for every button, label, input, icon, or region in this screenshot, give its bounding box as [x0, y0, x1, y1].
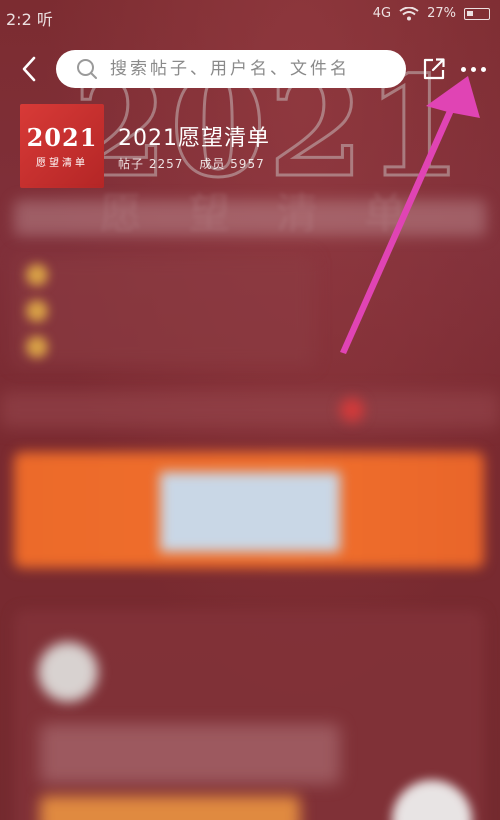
share-icon	[423, 58, 445, 80]
more-horizontal-icon	[470, 66, 476, 72]
search-bar[interactable]	[56, 50, 406, 88]
blurred-notice-dot	[26, 300, 48, 322]
network-label: 4G	[372, 6, 392, 21]
search-input[interactable]	[110, 59, 390, 79]
forum-avatar[interactable]: 2021 愿望清单	[20, 104, 104, 188]
wifi-icon	[399, 6, 419, 20]
more-button[interactable]	[456, 54, 490, 84]
forum-avatar-subtitle: 愿望清单	[36, 158, 88, 169]
top-bar	[0, 46, 500, 92]
search-icon	[77, 59, 97, 79]
chevron-left-icon	[22, 56, 36, 82]
blurred-notice-dot	[26, 336, 48, 358]
share-button[interactable]	[420, 54, 448, 84]
blurred-post-text	[40, 724, 340, 784]
forum-posts-count: 帖子 2257	[118, 157, 184, 171]
blurred-banner-image	[160, 472, 340, 552]
forum-members-count: 成员 5957	[199, 157, 265, 171]
battery-icon	[464, 7, 490, 20]
battery-label: 27%	[427, 6, 456, 21]
forum-stats: 帖子 2257 成员 5957	[118, 155, 265, 172]
blurred-post-image	[40, 796, 300, 820]
status-icons: 4G 27%	[373, 6, 490, 21]
blurred-category-tabs	[0, 392, 500, 428]
blurred-user-avatar	[38, 642, 98, 702]
blurred-tab-highlight	[340, 398, 364, 422]
status-time: 2:2 听	[6, 10, 53, 29]
back-button[interactable]	[14, 52, 44, 86]
forum-avatar-year: 2021	[26, 123, 98, 152]
blurred-tab-bar	[14, 200, 486, 236]
more-horizontal-icon	[480, 66, 486, 72]
forum-name: 2021愿望清单	[118, 126, 270, 151]
more-horizontal-icon	[460, 66, 466, 72]
blurred-notice-dot	[26, 264, 48, 286]
status-bar: 2:2 听 4G 27%	[0, 0, 500, 32]
blurred-notice-list	[14, 256, 314, 366]
